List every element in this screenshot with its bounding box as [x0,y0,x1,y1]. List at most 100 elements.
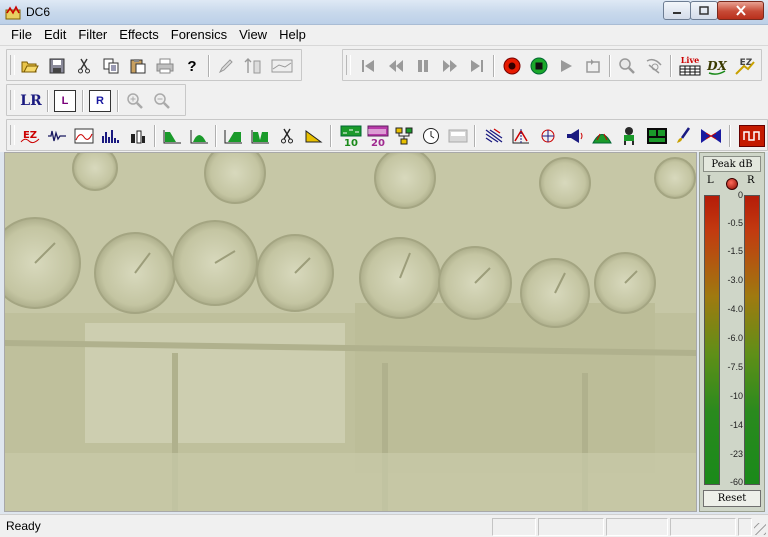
menu-view[interactable]: View [233,25,273,45]
channel-toolbar: LR L R [6,84,186,116]
scissors-icon[interactable] [276,125,298,147]
bars-icon[interactable] [127,125,149,147]
pencil-icon[interactable] [215,55,237,77]
reset-button[interactable]: Reset [703,490,761,507]
l-channel-icon[interactable]: L [54,90,76,112]
record-icon[interactable] [501,55,523,77]
lr-icon[interactable]: LR [19,90,43,112]
scale-tick: -7.5 [727,362,743,372]
resize-grip-icon[interactable] [754,523,766,535]
print-icon[interactable] [154,55,176,77]
zoom-icon[interactable] [616,55,638,77]
lowpass-icon[interactable] [161,125,183,147]
clip-indicator-icon[interactable] [726,178,738,190]
speaker-icon[interactable] [564,125,586,147]
eq10-icon[interactable]: 10 [339,125,363,147]
status-pane [538,518,604,536]
toolbar-separator [493,55,495,77]
toolbar-separator [474,125,476,147]
spectrum-icon[interactable] [73,125,95,147]
probe-icon[interactable] [643,55,665,77]
toolbar-area: ? Live DX EZ LR L R EZ 10 20 [0,45,768,152]
menu-filter[interactable]: Filter [72,25,113,45]
rewind-icon[interactable] [385,55,407,77]
menu-effects[interactable]: Effects [113,25,165,45]
notch-icon[interactable] [249,125,271,147]
scale-tick: -4.0 [727,304,743,314]
left-level-bar [704,195,720,485]
workspace-area[interactable] [4,152,697,512]
menu-forensics[interactable]: Forensics [165,25,233,45]
noise-icon[interactable] [46,125,68,147]
highpass-icon[interactable] [222,125,244,147]
paste-icon[interactable] [127,55,149,77]
close-icon [735,5,746,16]
clock-icon[interactable] [420,125,442,147]
scale-tick: -10 [729,391,743,401]
stop-icon[interactable] [528,55,550,77]
zoom-out-icon[interactable] [151,90,173,112]
bowtie-icon[interactable] [700,125,722,147]
help-icon[interactable]: ? [181,55,203,77]
wavelet-icon[interactable] [483,125,505,147]
meter-scale: 0 -0.5 -1.5 -3.0 -4.0 -6.0 -7.5 -10 -14 … [721,190,743,487]
square-wave-icon[interactable] [739,125,765,147]
ramp-icon[interactable] [303,125,325,147]
meter-left-label: L [707,175,714,186]
skip-end-icon[interactable] [466,55,488,77]
maximize-icon [699,6,709,15]
zoom-in-icon[interactable] [124,90,146,112]
copy-icon[interactable] [100,55,122,77]
toolbar-separator [729,125,731,147]
title-bar: DC6 [0,0,768,25]
live-icon[interactable]: Live [677,55,703,77]
l-label: L [61,95,69,107]
brush-icon[interactable] [673,125,695,147]
skip-start-icon[interactable] [357,55,379,77]
status-pane [670,518,736,536]
dx-icon[interactable]: DX [705,55,729,77]
graph-icon[interactable] [645,125,669,147]
decrackle-icon[interactable] [537,125,559,147]
waveform-icon[interactable] [269,55,295,77]
fast-forward-icon[interactable] [439,55,461,77]
loop-icon[interactable] [582,55,604,77]
status-pane [492,518,536,536]
minimize-button[interactable] [663,1,691,20]
meter-right-label: R [747,175,755,186]
level-icon[interactable] [242,55,264,77]
tree-icon[interactable] [393,125,415,147]
mountain-icon[interactable] [591,125,613,147]
toolbar-separator [670,55,672,77]
scale-tick: -14 [729,420,743,430]
menu-file[interactable]: File [5,25,38,45]
histogram-icon[interactable] [100,125,122,147]
blank-icon[interactable] [447,125,469,147]
scale-tick: -60 [729,477,743,487]
bandpass-icon[interactable] [188,125,210,147]
save-icon[interactable] [46,55,68,77]
r-channel-icon[interactable]: R [89,90,111,112]
status-pane [606,518,668,536]
filter-icon[interactable] [510,125,532,147]
status-pane [738,518,752,536]
eq20-icon[interactable]: 20 [366,125,390,147]
close-button[interactable] [717,1,764,20]
menu-help[interactable]: Help [273,25,312,45]
ez-icon[interactable]: EZ [733,55,757,77]
toolbar-separator [208,55,210,77]
menu-edit[interactable]: Edit [38,25,72,45]
figure-icon[interactable] [618,125,640,147]
scale-tick: -1.5 [727,246,743,256]
scale-tick: -6.0 [727,333,743,343]
background-image [5,153,696,511]
cut-icon[interactable] [73,55,95,77]
maximize-button[interactable] [690,1,718,20]
window-title: DC6 [26,5,51,19]
pause-icon[interactable] [412,55,434,77]
open-folder-icon[interactable] [19,55,41,77]
play-icon[interactable] [555,55,577,77]
ez-filter-icon[interactable]: EZ [19,125,41,147]
scale-tick: 0 [737,190,743,200]
lr-label: LR [20,93,42,109]
